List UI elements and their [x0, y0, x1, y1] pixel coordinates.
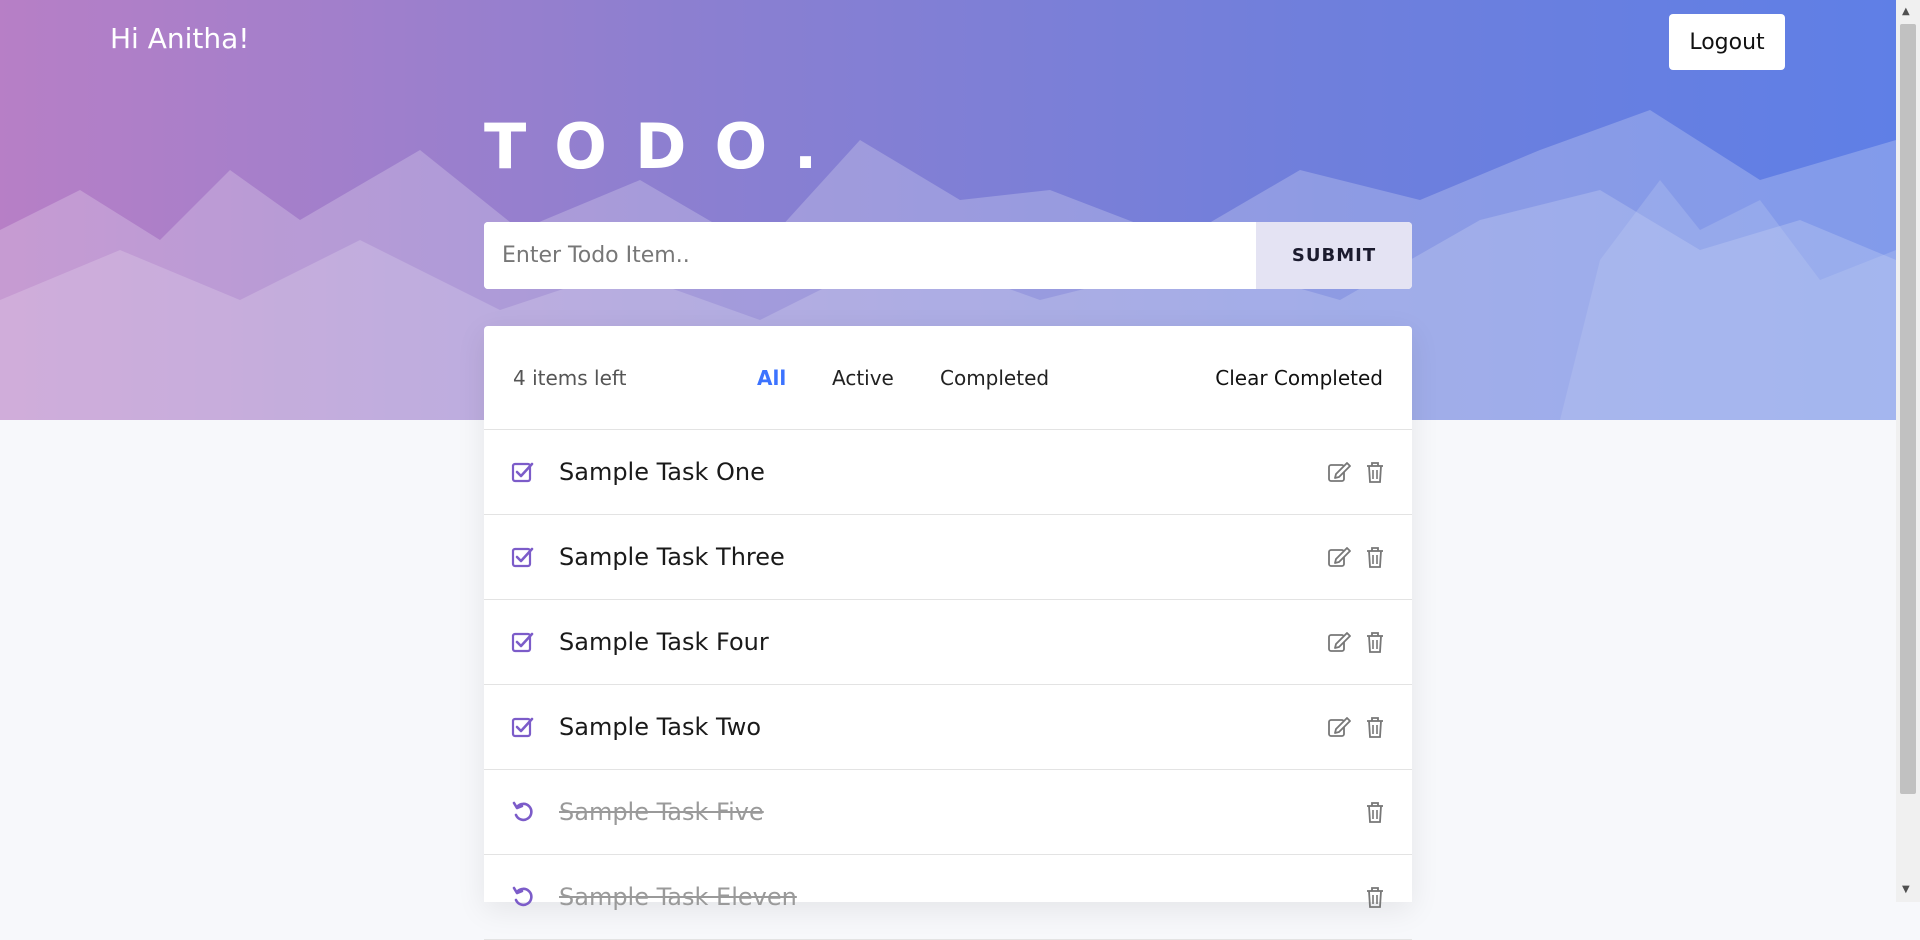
filter-bar: 4 items left All Active Completed Clear …	[484, 326, 1412, 430]
submit-button[interactable]: SUBMIT	[1256, 222, 1412, 289]
todo-input[interactable]	[484, 222, 1256, 289]
todo-row: Sample Task Four	[484, 600, 1412, 685]
todo-text: Sample Task Eleven	[559, 883, 797, 911]
todo-row: Sample Task Two	[484, 685, 1412, 770]
check-square-icon[interactable]	[511, 630, 535, 654]
filter-all[interactable]: All	[757, 366, 786, 390]
filter-completed[interactable]: Completed	[940, 366, 1049, 390]
trash-icon[interactable]	[1364, 885, 1386, 909]
scroll-up-icon[interactable]: ▲	[1902, 6, 1910, 17]
trash-icon[interactable]	[1364, 800, 1386, 824]
trash-icon[interactable]	[1364, 545, 1386, 569]
todo-text: Sample Task Three	[559, 543, 785, 571]
edit-icon[interactable]	[1327, 715, 1351, 739]
scrollbar-thumb[interactable]	[1900, 24, 1916, 794]
edit-icon[interactable]	[1327, 630, 1351, 654]
todo-text: Sample Task Five	[559, 798, 764, 826]
todo-panel: 4 items left All Active Completed Clear …	[484, 326, 1412, 940]
todo-row: Sample Task Eleven	[484, 855, 1412, 940]
edit-icon[interactable]	[1327, 460, 1351, 484]
clear-completed-button[interactable]: Clear Completed	[1215, 366, 1383, 390]
greeting-text: Hi Anitha!	[110, 22, 250, 55]
logout-button[interactable]: Logout	[1669, 14, 1785, 70]
app-title: TODO.	[484, 110, 846, 183]
todo-text: Sample Task Two	[559, 713, 762, 741]
todo-row: Sample Task Five	[484, 770, 1412, 855]
edit-icon[interactable]	[1327, 545, 1351, 569]
items-left-count: 4 items left	[513, 365, 627, 390]
trash-icon[interactable]	[1364, 460, 1386, 484]
todo-entry-form: SUBMIT	[484, 222, 1412, 289]
undo-icon[interactable]	[511, 885, 535, 909]
todo-text: Sample Task One	[559, 458, 765, 486]
check-square-icon[interactable]	[511, 545, 535, 569]
trash-icon[interactable]	[1364, 715, 1386, 739]
trash-icon[interactable]	[1364, 630, 1386, 654]
undo-icon[interactable]	[511, 800, 535, 824]
scrollbar[interactable]: ▲ ▼	[1896, 0, 1920, 902]
scroll-down-icon[interactable]: ▼	[1902, 884, 1910, 895]
check-square-icon[interactable]	[511, 715, 535, 739]
todo-list: Sample Task One Sample Task Three Sample T…	[484, 430, 1412, 940]
check-square-icon[interactable]	[511, 460, 535, 484]
filter-active[interactable]: Active	[832, 366, 894, 390]
todo-row: Sample Task Three	[484, 515, 1412, 600]
todo-row: Sample Task One	[484, 430, 1412, 515]
todo-text: Sample Task Four	[559, 628, 769, 656]
